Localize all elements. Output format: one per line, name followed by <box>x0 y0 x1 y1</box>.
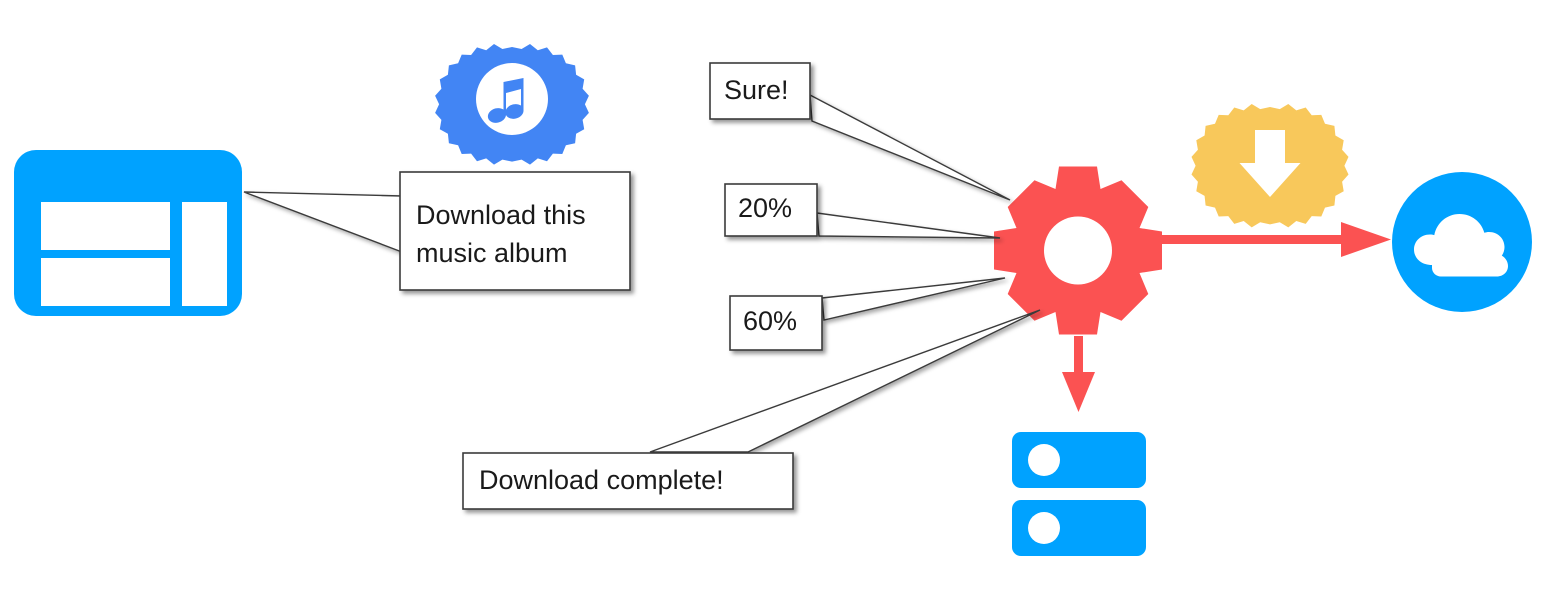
callout-download-complete-label: Download complete! <box>479 465 724 495</box>
callout-tails <box>243 93 1041 453</box>
callout-download-request-line2: music album <box>416 238 568 268</box>
callout-sure[interactable]: Sure! <box>709 62 811 120</box>
callout-tail-sure <box>809 93 1011 201</box>
callout-sure-label: Sure! <box>724 75 789 105</box>
callout-progress-60[interactable]: 60% <box>729 295 823 351</box>
callout-download-complete[interactable]: Download complete! <box>462 452 794 510</box>
callout-tail-download-complete <box>649 309 1041 453</box>
callout-tail-progress-20 <box>816 212 1001 239</box>
callout-progress-60-label: 60% <box>743 306 797 336</box>
flow-diagram: Download this music album Sure! 20% 60% … <box>14 44 1532 556</box>
download-arrow-badge-icon[interactable] <box>1191 104 1349 228</box>
badge-inner-circle <box>476 63 548 135</box>
server-icon[interactable] <box>1012 432 1146 556</box>
browser-window-icon[interactable] <box>14 150 242 316</box>
cloud-icon[interactable] <box>1392 172 1532 312</box>
callout-progress-20[interactable]: 20% <box>724 183 818 237</box>
gear-icon[interactable] <box>994 166 1162 335</box>
diagram-canvas: Download this music album Sure! 20% 60% … <box>0 0 1550 600</box>
callout-tail-download-request <box>243 191 403 254</box>
callout-download-request-line1: Download this <box>416 200 586 230</box>
callout-tail-progress-60 <box>821 277 1006 321</box>
arrow-gear-to-cloud-icon <box>1158 222 1391 257</box>
callout-progress-20-label: 20% <box>738 193 792 223</box>
arrow-gear-to-server-icon <box>1062 336 1095 412</box>
music-note-badge-icon[interactable] <box>435 44 589 165</box>
callout-download-request[interactable]: Download this music album <box>399 171 631 291</box>
